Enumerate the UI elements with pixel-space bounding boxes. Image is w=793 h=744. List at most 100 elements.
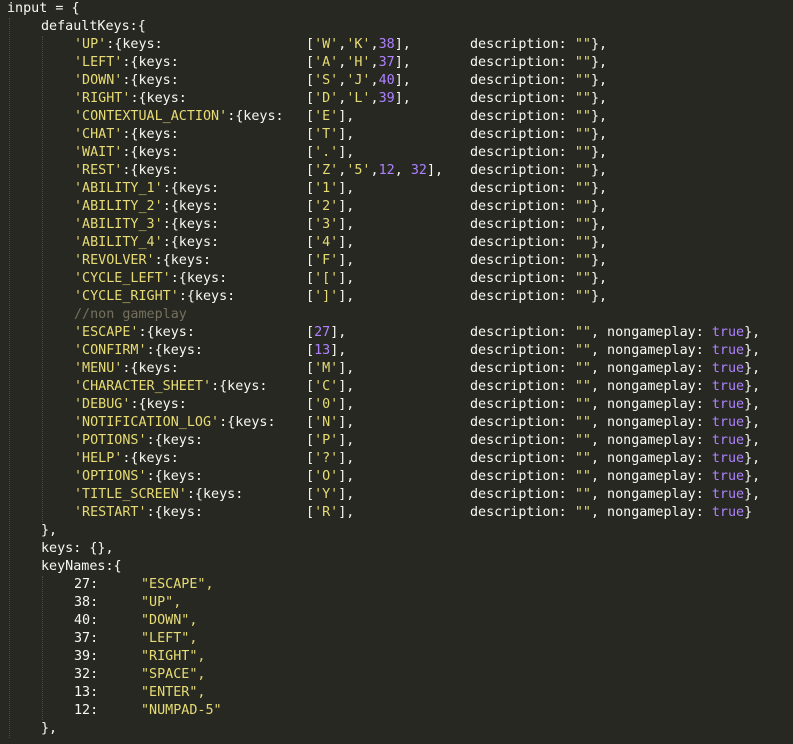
code-line: 'CONFIRM':{keys: xyxy=(74,342,203,360)
code-line-segment: ['Y'], xyxy=(306,486,354,504)
code-line-segment: description: "", nongameplay: true}, xyxy=(470,378,760,396)
code-token: }, xyxy=(590,37,608,52)
code-token: }, xyxy=(590,271,608,286)
string-token: "" xyxy=(574,415,591,430)
code-token: :{keys: xyxy=(130,91,187,106)
code-line: 'CYCLE_RIGHT':{keys: xyxy=(74,288,235,306)
code-token: description: xyxy=(470,361,575,376)
number-token: 27 xyxy=(314,325,331,340)
string-token: 'DOWN' xyxy=(74,73,123,88)
string-token: "" xyxy=(574,397,591,412)
code-token: description: xyxy=(470,181,575,196)
code-token: ], xyxy=(338,109,355,124)
code-token: }, xyxy=(744,469,761,484)
code-token: [ xyxy=(306,505,315,520)
code-line-segment: [27], xyxy=(306,324,346,342)
code-token: }, xyxy=(41,721,58,736)
string-token: 'HELP' xyxy=(74,451,123,466)
code-token: }, xyxy=(744,451,761,466)
string-token: 'CONTEXTUAL_ACTION' xyxy=(74,109,228,124)
code-editor[interactable]: input = {defaultKeys:{'UP':{keys: ['W','K… xyxy=(0,0,793,744)
code-line-segment: ['P'], xyxy=(306,432,354,450)
code-token: ], xyxy=(338,145,355,160)
string-token: "" xyxy=(574,271,591,286)
string-token: "UP", xyxy=(141,595,182,610)
number-token: 12 xyxy=(378,163,395,178)
code-token: , xyxy=(370,55,379,70)
code-line: keys: {}, xyxy=(41,540,114,558)
code-line-segment: ['Z','5',12, 32], xyxy=(306,162,443,180)
code-line: 'NOTIFICATION_LOG':{keys: xyxy=(74,414,276,432)
boolean-token: true xyxy=(711,505,745,520)
string-token: 'Y' xyxy=(314,487,339,502)
code-token: 27: xyxy=(74,577,99,592)
code-token: :{keys: xyxy=(122,163,179,178)
string-token: "" xyxy=(574,505,591,520)
code-token: ], xyxy=(338,505,355,520)
string-token: "" xyxy=(574,217,591,232)
code-token: description: xyxy=(470,343,575,358)
code-token: description: xyxy=(470,415,575,430)
code-token: }, xyxy=(744,343,761,358)
code-token: [ xyxy=(306,325,315,340)
string-token: '.' xyxy=(314,145,339,160)
code-token: :{keys: xyxy=(154,253,212,268)
code-token: description: xyxy=(470,55,575,70)
code-token: 37: xyxy=(74,631,99,646)
code-token: ], xyxy=(338,487,355,502)
string-token: 'L' xyxy=(346,91,371,106)
string-token: ']' xyxy=(314,289,339,304)
code-token: ], xyxy=(338,289,355,304)
code-token: 13: xyxy=(74,685,99,700)
code-line: 32: xyxy=(74,666,98,684)
string-token: "" xyxy=(574,289,591,304)
boolean-token: true xyxy=(711,433,745,448)
code-token: }, xyxy=(590,235,608,250)
string-token: '4' xyxy=(314,235,339,250)
code-line-segment: ['R'], xyxy=(306,504,354,522)
string-token: '3' xyxy=(314,217,339,232)
code-token: [ xyxy=(306,217,315,232)
code-token: , xyxy=(370,73,379,88)
code-token: :{keys: xyxy=(178,289,236,304)
code-token: description: xyxy=(470,145,575,160)
boolean-token: true xyxy=(711,361,745,376)
string-token: 'M' xyxy=(314,361,339,376)
string-token: 'K' xyxy=(346,37,371,52)
code-line: 'RIGHT':{keys: xyxy=(74,90,187,108)
code-token: 38: xyxy=(74,595,99,610)
code-token: description: xyxy=(470,127,575,142)
code-line-segment: ['4'], xyxy=(306,234,354,252)
code-token: ], xyxy=(338,397,355,412)
code-token: description: xyxy=(470,451,575,466)
indent-guide xyxy=(42,576,43,720)
code-token: } xyxy=(744,505,753,520)
code-line-segment: description: "", nongameplay: true}, xyxy=(470,468,760,486)
code-line: 'CONTEXTUAL_ACTION':{keys: xyxy=(74,108,284,126)
code-token: [ xyxy=(306,145,315,160)
code-token: [ xyxy=(306,415,315,430)
string-token: 'DEBUG' xyxy=(74,397,131,412)
code-token: , nongameplay: xyxy=(590,415,712,430)
string-token: 'CYCLE_LEFT' xyxy=(74,271,171,286)
string-token: "" xyxy=(574,91,591,106)
code-line-segment: description: ""}, xyxy=(470,270,607,288)
code-token: :{keys: xyxy=(122,145,179,160)
code-token: }, xyxy=(744,397,761,412)
code-line-segment: "DOWN", xyxy=(141,612,197,630)
string-token: 'J' xyxy=(346,73,371,88)
string-token: 'REVOLVER' xyxy=(74,253,155,268)
code-token: defaultKeys:{ xyxy=(41,19,146,34)
code-token: description: xyxy=(470,487,575,502)
string-token: 'O' xyxy=(314,469,339,484)
number-token: 13 xyxy=(314,343,331,358)
indent-guide xyxy=(9,18,10,738)
code-token: :{keys: xyxy=(162,199,220,214)
code-line-segment: description: "", nongameplay: true} xyxy=(470,504,752,522)
code-line-segment: description: ""}, xyxy=(470,288,607,306)
code-token: }, xyxy=(744,379,761,394)
string-token: "" xyxy=(574,55,591,70)
string-token: "" xyxy=(574,379,591,394)
code-token: description: xyxy=(470,397,575,412)
boolean-token: true xyxy=(711,343,745,358)
